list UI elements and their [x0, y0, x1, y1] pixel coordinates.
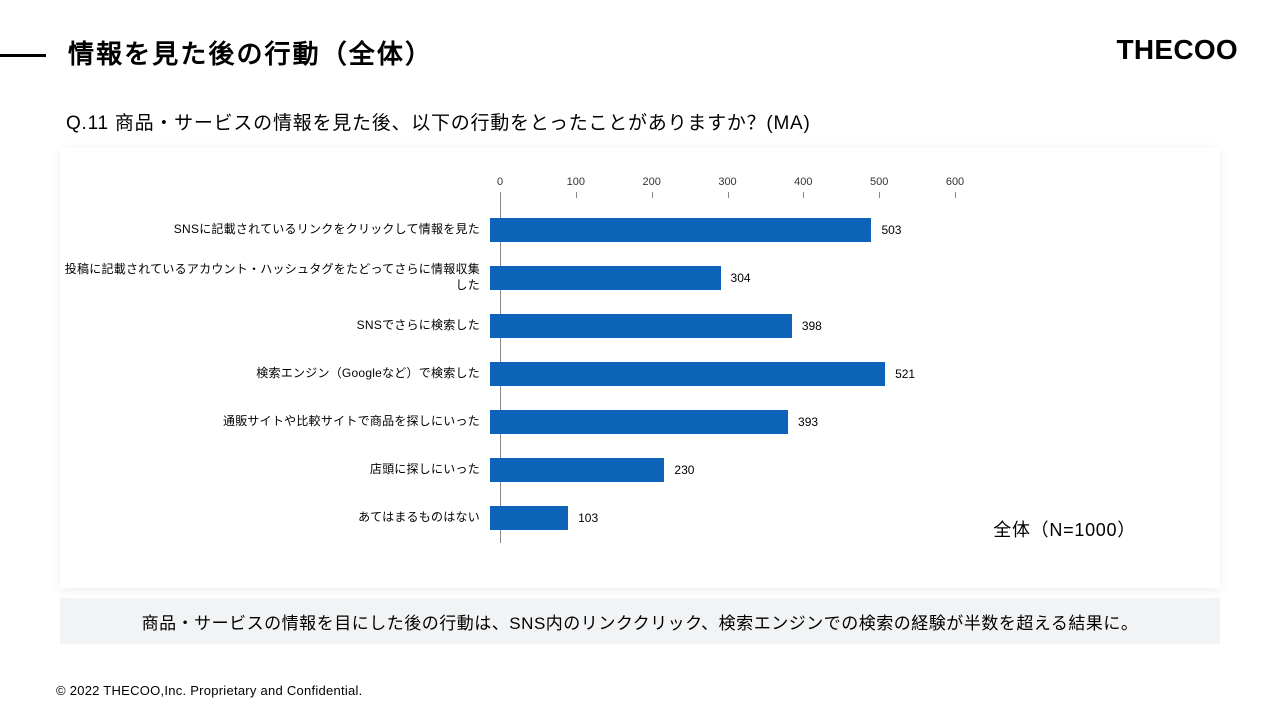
x-tick-label: 200: [642, 176, 660, 188]
value-label: 103: [568, 506, 598, 530]
value-label: 304: [721, 266, 751, 290]
bar: [490, 410, 788, 434]
value-label: 521: [885, 362, 915, 386]
category-label: 投稿に記載されているアカウント・ハッシュタグをたどってさらに情報収集した: [60, 262, 490, 293]
x-tick-label: 0: [497, 176, 503, 188]
chart-row: 投稿に記載されているアカウント・ハッシュタグをたどってさらに情報収集した 304: [60, 254, 1220, 302]
bar-wrap: 230: [490, 458, 945, 482]
x-tick-label: 600: [946, 176, 964, 188]
chart-row: SNSでさらに検索した 398: [60, 302, 1220, 350]
bar-wrap: 393: [490, 410, 945, 434]
bar-wrap: 398: [490, 314, 945, 338]
value-label: 393: [788, 410, 818, 434]
chart-plot: 0100200300400500600SNSに記載されているリンクをクリックして…: [500, 198, 955, 543]
title-accent-line: [0, 54, 46, 57]
sample-size-note: 全体（N=1000）: [993, 516, 1136, 542]
title-row: 情報を見た後の行動（全体）: [0, 34, 433, 71]
bar-wrap: 521: [490, 362, 945, 386]
chart-row: SNSに記載されているリンクをクリックして情報を見た 503: [60, 206, 1220, 254]
value-label: 398: [792, 314, 822, 338]
category-label: SNSに記載されているリンクをクリックして情報を見た: [60, 222, 490, 238]
value-label: 230: [664, 458, 694, 482]
x-tick-label: 300: [718, 176, 736, 188]
chart-row: 通販サイトや比較サイトで商品を探しにいった 393: [60, 398, 1220, 446]
category-label: 店頭に探しにいった: [60, 462, 490, 478]
bar: [490, 458, 664, 482]
bar: [490, 266, 721, 290]
x-tick-mark: [728, 192, 729, 198]
chart-card: 0 100 200 300 400 500 600 SNSに記載されているリンクをクリックして…: [60, 148, 1220, 588]
chart-row: 店頭に探しにいった 230: [60, 446, 1220, 494]
bar-wrap: 503: [490, 218, 945, 242]
brand-logo: THECOO: [1117, 34, 1238, 66]
chart-row: 検索エンジン（Googleなど）で検索した 521: [60, 350, 1220, 398]
finding-summary: 商品・サービスの情報を目にした後の行動は、SNS内のリンククリック、検索エンジン…: [60, 598, 1220, 644]
x-tick-label: 100: [567, 176, 585, 188]
bar: [490, 314, 792, 338]
question-text: Q.11 商品・サービスの情報を見た後、以下の行動をとったことがありますか？(M…: [66, 108, 811, 135]
x-tick-mark: [500, 192, 501, 198]
bar: [490, 218, 871, 242]
value-label: 503: [871, 218, 901, 242]
x-tick-mark: [955, 192, 956, 198]
x-tick-mark: [803, 192, 804, 198]
page-title: 情報を見た後の行動（全体）: [68, 34, 433, 71]
category-label: 検索エンジン（Googleなど）で検索した: [60, 366, 490, 382]
bar: [490, 362, 885, 386]
bar: [490, 506, 568, 530]
bar-wrap: 304: [490, 266, 945, 290]
category-label: SNSでさらに検索した: [60, 318, 490, 334]
category-label: 通販サイトや比較サイトで商品を探しにいった: [60, 414, 490, 430]
copyright-footer: © 2022 THECOO,Inc. Proprietary and Confi…: [56, 683, 363, 698]
category-label: あてはまるものはない: [60, 510, 490, 526]
slide: 情報を見た後の行動（全体） THECOO Q.11 商品・サービスの情報を見た後…: [0, 0, 1280, 720]
x-tick-mark: [576, 192, 577, 198]
x-tick-label: 500: [870, 176, 888, 188]
bar-wrap: 103: [490, 506, 945, 530]
x-tick-mark: [652, 192, 653, 198]
x-tick-label: 400: [794, 176, 812, 188]
x-tick-mark: [879, 192, 880, 198]
